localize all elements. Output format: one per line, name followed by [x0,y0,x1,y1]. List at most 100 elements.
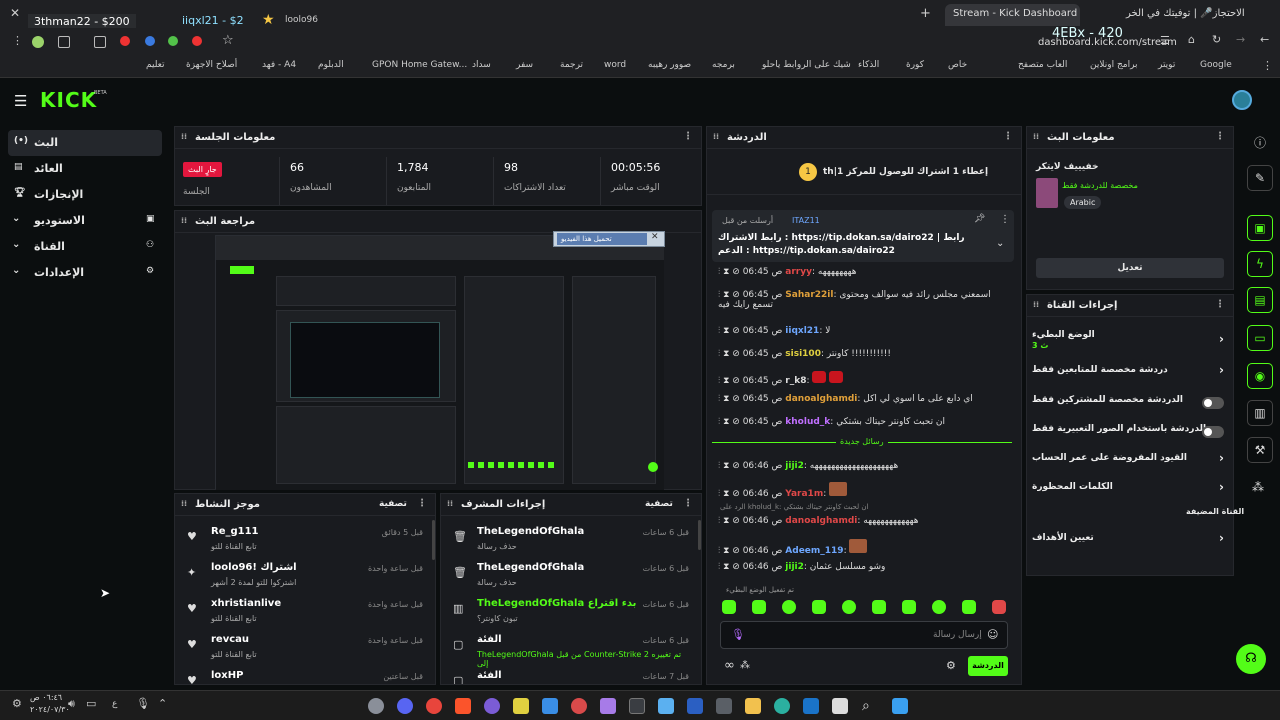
chat-message[interactable]: ⫶ ⧗ ⊘ 06:46 ص jiji2: ههههههههههههههههههه… [718,461,1013,479]
bookmark-item[interactable]: برمجه [712,60,735,70]
scrollbar[interactable] [698,520,701,550]
users-icon[interactable]: ⁂ [740,660,750,671]
setting-slow-mode[interactable]: الوضع البطيء 3 ث › [1032,330,1232,352]
emote-picker-item[interactable] [842,600,856,614]
chat-message[interactable]: ⫶ ⧗ ⊘ 06:46 ص Adeem_119: [718,539,1013,557]
message-mod-icons[interactable]: ⫶ ⧗ ⊘ [718,461,743,471]
info-icon[interactable]: ⓘ [1254,134,1266,151]
app-icon[interactable] [629,698,645,714]
panel-menu-icon[interactable]: ⋮ [683,498,693,509]
bookmark-item[interactable]: ترجمة [560,60,583,70]
chat-message[interactable]: ⫶ ⧗ ⊘ 06:45 ص sisi100: كاونتر !!!!!!!!!!… [718,349,1013,367]
bookmark-item[interactable]: تعليم [146,60,165,70]
notepad-icon[interactable] [658,698,674,714]
wrench-icon[interactable]: ⚒ [1247,437,1273,463]
message-user[interactable]: r_k8 [785,376,806,386]
sidebar-item-studio[interactable]: ⌄ الاستوديو ▣ [8,208,162,234]
message-user[interactable]: Adeem_119 [785,546,843,556]
message-mod-icons[interactable]: ⫶ ⧗ ⊘ [718,349,743,359]
message-user[interactable]: danoalghamdi [785,394,857,404]
emote-picker-item[interactable] [752,600,766,614]
emote-picker-item[interactable] [872,600,886,614]
panel-menu-icon[interactable]: ⋮ [1215,299,1225,310]
emote-picker-item[interactable] [722,600,736,614]
chat-message[interactable]: ⫶ ⧗ ⊘ 06:46 ص Yara1m: [718,482,1013,500]
drag-handle-icon[interactable]: ⁞⁞ [181,499,187,508]
message-user[interactable]: danoalghamdi [785,516,857,526]
emote-picker-item[interactable] [932,600,946,614]
settings-gear-icon[interactable]: ⚙ [12,697,22,710]
discord-icon[interactable] [397,698,413,714]
setting-followers-only[interactable]: دردشة مخصصة للمتابعين فقط › [1032,363,1232,385]
bookmark-item[interactable]: كورة [906,60,924,70]
message-user[interactable]: Sahar22il [785,290,833,300]
bookmark-item[interactable]: أصلاح الاجهزة [186,60,237,70]
filter-button[interactable]: تصفية [645,499,673,509]
word-icon[interactable] [687,698,703,714]
menu-dots-icon[interactable]: ⋮ [12,34,23,47]
emote-picker-item[interactable] [902,600,916,614]
message-mod-icons[interactable]: ⫶ ⧗ ⊘ [718,290,743,300]
tab-kick-dashboard[interactable]: Stream - Kick Dashboard [945,4,1080,26]
panel-menu-icon[interactable]: ⋮ [683,131,693,142]
drag-handle-icon[interactable]: ⁞⁞ [181,216,187,225]
app-icon[interactable] [600,698,616,714]
file-explorer-icon[interactable] [745,698,761,714]
message-user[interactable]: arryy [785,267,812,277]
panel-menu-icon[interactable]: ⋮ [1215,131,1225,142]
kick-logo[interactable]: KICK [40,88,97,112]
pin-icon[interactable]: 📌︎ [974,214,985,224]
emote-picker-item[interactable] [782,600,796,614]
new-tab-button[interactable]: + [920,6,931,21]
message-user[interactable]: kholud_k [785,417,830,427]
video-player[interactable] [215,235,664,490]
message-mod-icons[interactable]: ⫶ ⧗ ⊘ [718,417,743,427]
avatar[interactable] [1232,90,1252,110]
sidebar-item-revenue[interactable]: ▤ العائد [8,156,162,182]
emote-picker-item[interactable] [992,600,1006,614]
emotes-only-toggle[interactable] [1202,426,1224,438]
tune-icon[interactable]: ☰ [1160,34,1170,47]
message-user[interactable]: sisi100 [785,349,821,359]
message-user[interactable]: jiji2 [785,562,804,572]
broadcast-icon[interactable]: ◉ [1247,363,1273,389]
drag-handle-icon[interactable]: ⁞⁞ [1033,300,1039,309]
app-icon[interactable] [571,698,587,714]
task-view-icon[interactable] [832,698,848,714]
panel-menu-icon[interactable]: ⋮ [1003,131,1013,142]
settings-app-icon[interactable] [368,698,384,714]
home-icon[interactable]: ⌂ [1188,33,1195,46]
edge-icon[interactable] [774,698,790,714]
sidebar-item-settings[interactable]: ⌄ الإعدادات ⚙ [8,260,162,286]
bookmark-item[interactable]: خاص [948,60,967,70]
chat-message[interactable]: ⫶ ⧗ ⊘ 06:45 ص kholud_k: ان تحبث كاونتر ح… [718,417,1013,435]
chat-message[interactable]: ⫶ ⧗ ⊘ 06:45 ص r_k8: [718,371,1013,389]
setting-subscribers-only[interactable]: الدردشة مخصصة للمشتركين فقط [1032,393,1232,415]
url-text[interactable]: dashboard.kick.com/stream [1038,37,1177,48]
message-user[interactable]: Yara1m [785,489,823,499]
setting-banned-words[interactable]: الكلمات المحظورة › [1032,480,1232,502]
download-video-popup[interactable]: تحميل هذا الفيديو ✕ [553,231,665,247]
chat-message[interactable]: ⫶ ⧗ ⊘ 06:45 ص iiqxl21: لا [718,326,1013,344]
message-mod-icons[interactable]: ⫶ ⧗ ⊘ [718,562,743,572]
bookmark-item[interactable]: word [604,60,626,70]
subscribers-only-toggle[interactable] [1202,397,1224,409]
app-icon[interactable] [484,698,500,714]
edit-icon[interactable]: ✎ [1247,165,1273,191]
drag-handle-icon[interactable]: ⁞⁞ [713,132,719,141]
drag-handle-icon[interactable]: ⁞⁞ [447,499,453,508]
bookmark-item[interactable]: سفر [516,60,533,70]
extension-icon[interactable] [32,36,44,48]
edit-stream-button[interactable]: تعديل [1036,258,1224,278]
bookmark-item[interactable]: الذكاء [858,60,879,70]
extension-icon[interactable] [145,36,155,46]
microphone-icon[interactable]: 🎙︎ [731,628,745,641]
clip-icon[interactable]: ▣ [1247,215,1273,241]
emote-picker-item[interactable] [812,600,826,614]
sidebar-item-live[interactable]: (•) البث [8,130,162,156]
sidebar-item-achievements[interactable]: 🏆︎ الإنجازات [8,182,162,208]
message-mod-icons[interactable]: ⫶ ⧗ ⊘ [718,394,743,404]
emoji-icon[interactable]: ☺ [987,628,998,641]
bookmark-item[interactable]: صوور رهيبه [648,60,691,70]
group-icon[interactable]: ⁂ [1252,480,1264,494]
